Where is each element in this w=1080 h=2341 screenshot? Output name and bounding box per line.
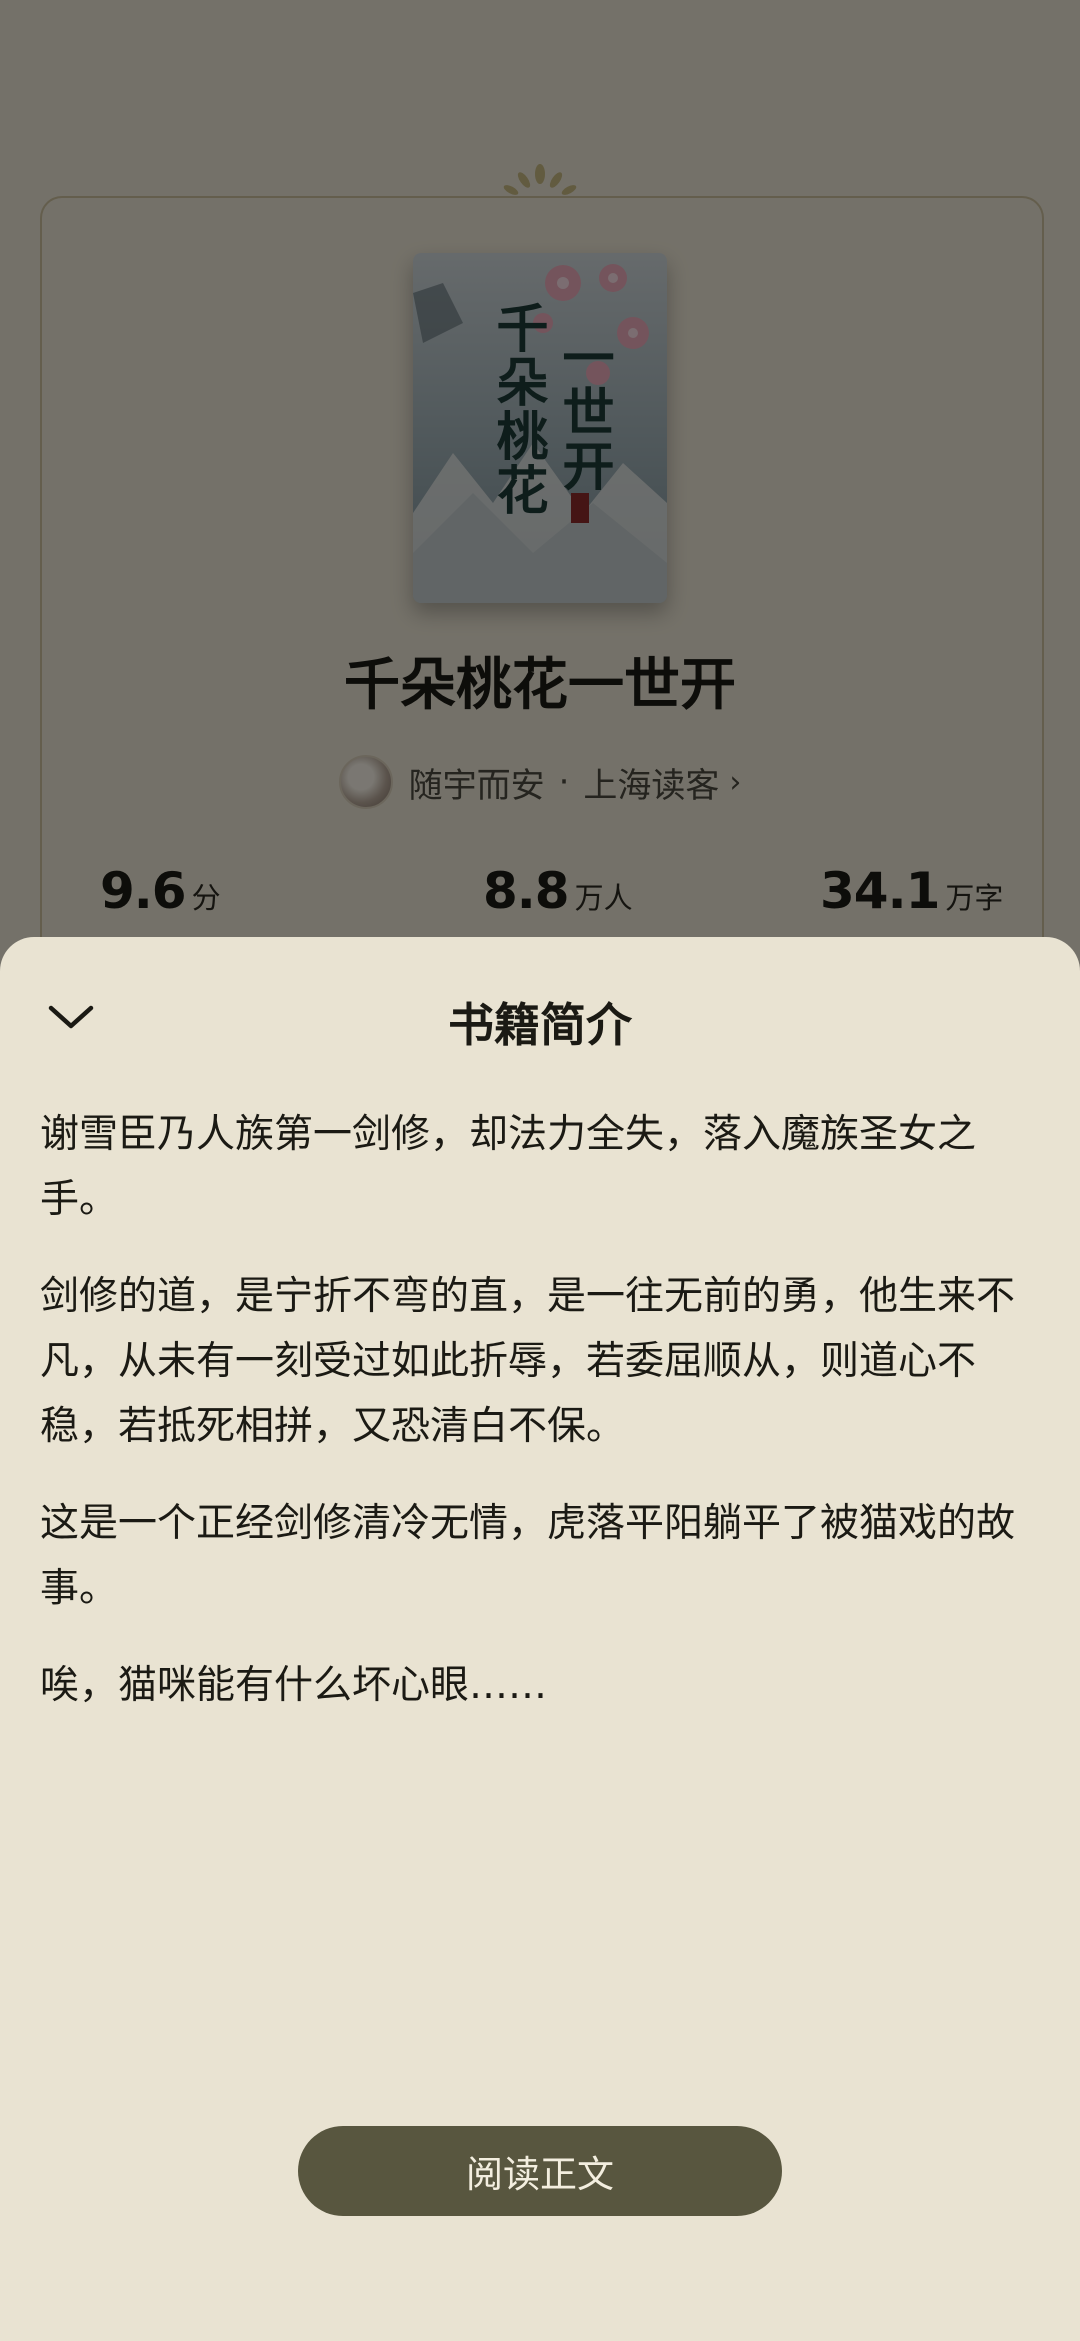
book-intro-sheet: 书籍简介 谢雪臣乃人族第一剑修，却法力全失，落入魔族圣女之手。 剑修的道，是宁折… (0, 937, 1080, 2341)
intro-paragraph-3: 这是一个正经剑修清冷无情，虎落平阳躺平了被猫戏的故事。 (40, 1501, 1016, 1611)
sheet-title: 书籍简介 (448, 998, 632, 1052)
intro-paragraph-4: 唉，猫咪能有什么坏心眼…… (40, 1663, 548, 1708)
book-intro-text: 谢雪臣乃人族第一剑修，却法力全失，落入魔族圣女之手。 剑修的道，是宁折不弯的直，… (40, 1102, 1040, 1750)
intro-paragraph-2: 剑修的道，是宁折不弯的直，是一往无前的勇，他生来不凡，从未有一刻受过如此折辱，若… (40, 1274, 1016, 1449)
read-book-button[interactable]: 阅读正文 (298, 2126, 782, 2216)
intro-paragraph-1: 谢雪臣乃人族第一剑修，却法力全失，落入魔族圣女之手。 (40, 1112, 977, 1222)
